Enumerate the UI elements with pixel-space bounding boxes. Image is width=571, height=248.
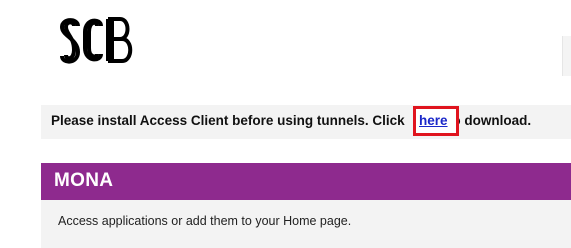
install-notice-text: Please install Access Client before usin… bbox=[51, 113, 532, 128]
scb-logo-icon bbox=[59, 17, 133, 64]
section-title: MONA bbox=[54, 170, 114, 191]
download-here-link[interactable]: here bbox=[419, 112, 448, 130]
header-panel-edge bbox=[562, 36, 571, 76]
mona-section-header bbox=[41, 163, 571, 200]
scb-logo bbox=[56, 12, 138, 86]
section-description: Access applications or add them to your … bbox=[58, 214, 352, 228]
portal-page: Please install Access Client before usin… bbox=[0, 0, 571, 248]
